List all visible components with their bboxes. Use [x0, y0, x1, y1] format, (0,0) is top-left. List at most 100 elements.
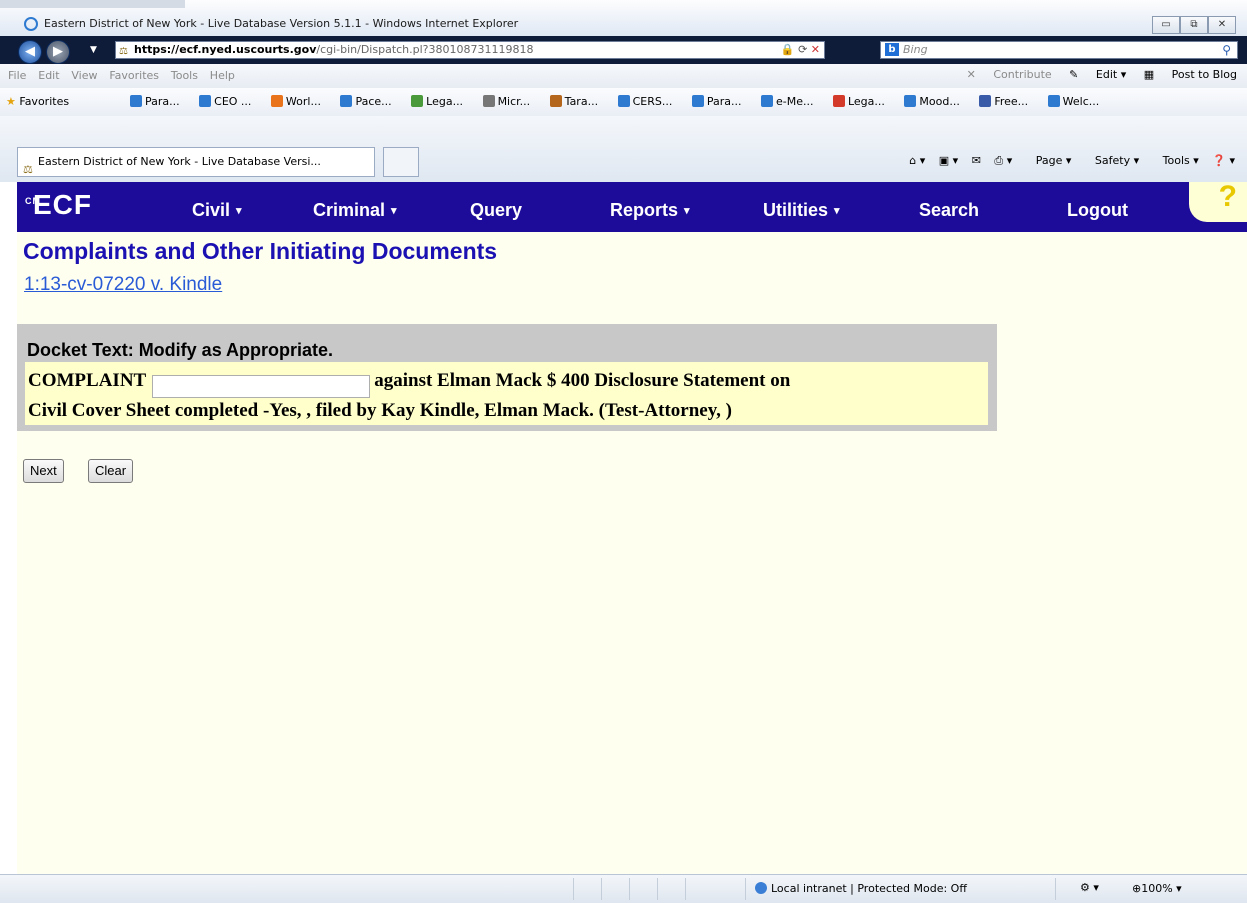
- new-tab-button[interactable]: [383, 147, 419, 177]
- bing-icon: b: [885, 43, 899, 56]
- docket-line1-rest: against Elman Mack $ 400 Disclosure Stat…: [374, 370, 791, 391]
- stop-icon[interactable]: ✕: [811, 43, 820, 56]
- favorites-button[interactable]: ★ Favorites: [6, 95, 69, 108]
- home-icon[interactable]: ⌂ ▾: [909, 154, 925, 167]
- fav-link[interactable]: Tara...: [549, 95, 606, 108]
- docket-text: COMPLAINT against Elman Mack $ 400 Disclo…: [25, 362, 988, 425]
- nav-civil[interactable]: Civil ▾: [192, 200, 242, 221]
- favorites-star-icon: ★: [6, 95, 16, 108]
- protected-mode-icon[interactable]: ⚙ ▾: [1080, 881, 1099, 894]
- nav-search[interactable]: Search: [919, 200, 979, 221]
- nav-utilities[interactable]: Utilities ▾: [763, 200, 840, 221]
- help-button[interactable]: ?: [1189, 182, 1247, 222]
- status-divider: [1055, 878, 1056, 900]
- zoom-level[interactable]: ⊕100% ▾: [1132, 882, 1182, 895]
- address-input[interactable]: ⚖ https://ecf.nyed.uscourts.gov/cgi-bin/…: [115, 41, 825, 59]
- fav-link[interactable]: e-Me...: [760, 95, 822, 108]
- fav-link-label: Tara...: [564, 95, 599, 108]
- ecf-nav-bar: CMECF Civil ▾ Criminal ▾ Query Reports ▾ Ut…: [17, 182, 1247, 232]
- docket-text-panel: Docket Text: Modify as Appropriate. COMP…: [17, 324, 997, 431]
- url-host: https://ecf.nyed.uscourts.gov: [134, 43, 317, 56]
- nav-logout[interactable]: Logout: [1067, 200, 1128, 221]
- edit-button[interactable]: ✎ Edit ▾: [1069, 68, 1126, 81]
- nav-utilities-label: Utilities: [763, 200, 829, 220]
- forward-button[interactable]: ▶: [46, 40, 70, 64]
- lock-icon[interactable]: 🔒: [781, 43, 795, 56]
- fav-link[interactable]: Pace...: [340, 95, 399, 108]
- menu-right-tools: ✕ Contribute ✎ Edit ▾ ▦ Post to Blog: [953, 68, 1237, 81]
- security-zone[interactable]: Local intranet | Protected Mode: Off: [755, 882, 967, 895]
- page-icon: [691, 95, 704, 107]
- status-divider: [657, 878, 658, 900]
- nav-logout-label: Logout: [1067, 200, 1128, 220]
- page-menu[interactable]: Page ▾: [1026, 154, 1072, 167]
- fav-link[interactable]: Free...: [979, 95, 1036, 108]
- print-icon[interactable]: ⎙ ▾: [994, 154, 1012, 167]
- ecf-logo: CMECF: [25, 189, 92, 221]
- cm-mark: CM: [25, 196, 41, 206]
- post-to-blog-button[interactable]: ▦ Post to Blog: [1144, 68, 1237, 81]
- safety-menu[interactable]: Safety ▾: [1085, 154, 1139, 167]
- menu-view[interactable]: View: [71, 69, 97, 82]
- menu-help[interactable]: Help: [210, 69, 235, 82]
- tools-menu[interactable]: Tools ▾: [1153, 154, 1199, 167]
- nav-query[interactable]: Query: [470, 200, 522, 221]
- close-button[interactable]: ✕: [1208, 16, 1236, 34]
- security-zone-label: Local intranet | Protected Mode: Off: [771, 882, 967, 895]
- fav-link[interactable]: Mood...: [904, 95, 967, 108]
- nav-civil-label: Civil: [192, 200, 231, 220]
- browser-tab[interactable]: ⚖ Eastern District of New York - Live Da…: [17, 147, 375, 177]
- back-button[interactable]: ◀: [18, 40, 42, 64]
- window-title: Eastern District of New York - Live Data…: [44, 17, 519, 30]
- contribute-button[interactable]: ✕ Contribute: [967, 68, 1052, 81]
- address-actions[interactable]: 🔒 ⟳ ✕: [781, 42, 820, 58]
- nav-reports-label: Reports: [610, 200, 679, 220]
- docket-modifier-input[interactable]: [152, 375, 371, 398]
- menu-edit[interactable]: Edit: [38, 69, 59, 82]
- contribute-label: Contribute: [993, 68, 1052, 81]
- fav-link-label: Lega...: [426, 95, 464, 108]
- feeds-icon[interactable]: ▣ ▾: [939, 154, 958, 167]
- docket-line2: Civil Cover Sheet completed -Yes, , file…: [28, 400, 733, 421]
- menu-file[interactable]: File: [8, 69, 26, 82]
- minimize-button[interactable]: ▭: [1152, 16, 1180, 34]
- chevron-down-icon: ▾: [834, 205, 840, 217]
- globe-icon: [755, 882, 767, 894]
- status-bar: Local intranet | Protected Mode: Off ⚙ ▾…: [0, 874, 1247, 903]
- refresh-icon[interactable]: ⟳: [798, 43, 807, 56]
- docket-prefix: COMPLAINT: [28, 370, 147, 391]
- recent-pages-dropdown-icon[interactable]: ▼: [90, 45, 97, 55]
- clear-button[interactable]: Clear: [88, 459, 134, 483]
- help-icon: ?: [1218, 182, 1237, 213]
- status-divider: [745, 878, 746, 900]
- fav-link[interactable]: Worl...: [270, 95, 329, 108]
- page-icon: [549, 95, 562, 107]
- tab-label: Eastern District of New York - Live Data…: [38, 155, 321, 168]
- search-input[interactable]: b Bing ⚲: [880, 41, 1238, 59]
- help-menu-icon[interactable]: ❓ ▾: [1212, 154, 1235, 167]
- post-to-blog-label: Post to Blog: [1171, 68, 1237, 81]
- menu-tools[interactable]: Tools: [171, 69, 198, 82]
- fav-link[interactable]: Para...: [130, 95, 188, 108]
- search-icon[interactable]: ⚲: [1222, 42, 1231, 58]
- menu-favorites[interactable]: Favorites: [109, 69, 159, 82]
- fav-link[interactable]: CEO ...: [199, 95, 259, 108]
- fav-link[interactable]: Para...: [691, 95, 750, 108]
- fav-link[interactable]: CERS...: [617, 95, 681, 108]
- window-title-bar: Eastern District of New York - Live Data…: [0, 0, 1247, 36]
- tools-menu-label: Tools: [1162, 154, 1190, 167]
- fav-link[interactable]: Lega...: [411, 95, 471, 108]
- mail-icon[interactable]: ✉: [972, 154, 981, 167]
- next-button[interactable]: Next: [23, 459, 64, 483]
- nav-reports[interactable]: Reports ▾: [610, 200, 690, 221]
- fav-link-label: Mood...: [919, 95, 960, 108]
- case-number-link[interactable]: 1:13-cv-07220 v. Kindle: [24, 274, 222, 296]
- zoom-label: 100%: [1141, 882, 1173, 895]
- nav-criminal[interactable]: Criminal ▾: [313, 200, 397, 221]
- fav-link[interactable]: Micr...: [482, 95, 539, 108]
- search-placeholder: Bing: [903, 43, 928, 56]
- fav-link[interactable]: Welc...: [1047, 95, 1108, 108]
- favorites-bar: ★ Favorites Para... CEO ... Worl... Pace…: [0, 88, 1247, 117]
- fav-link[interactable]: Lega...: [832, 95, 893, 108]
- restore-button[interactable]: ⧉: [1180, 16, 1208, 34]
